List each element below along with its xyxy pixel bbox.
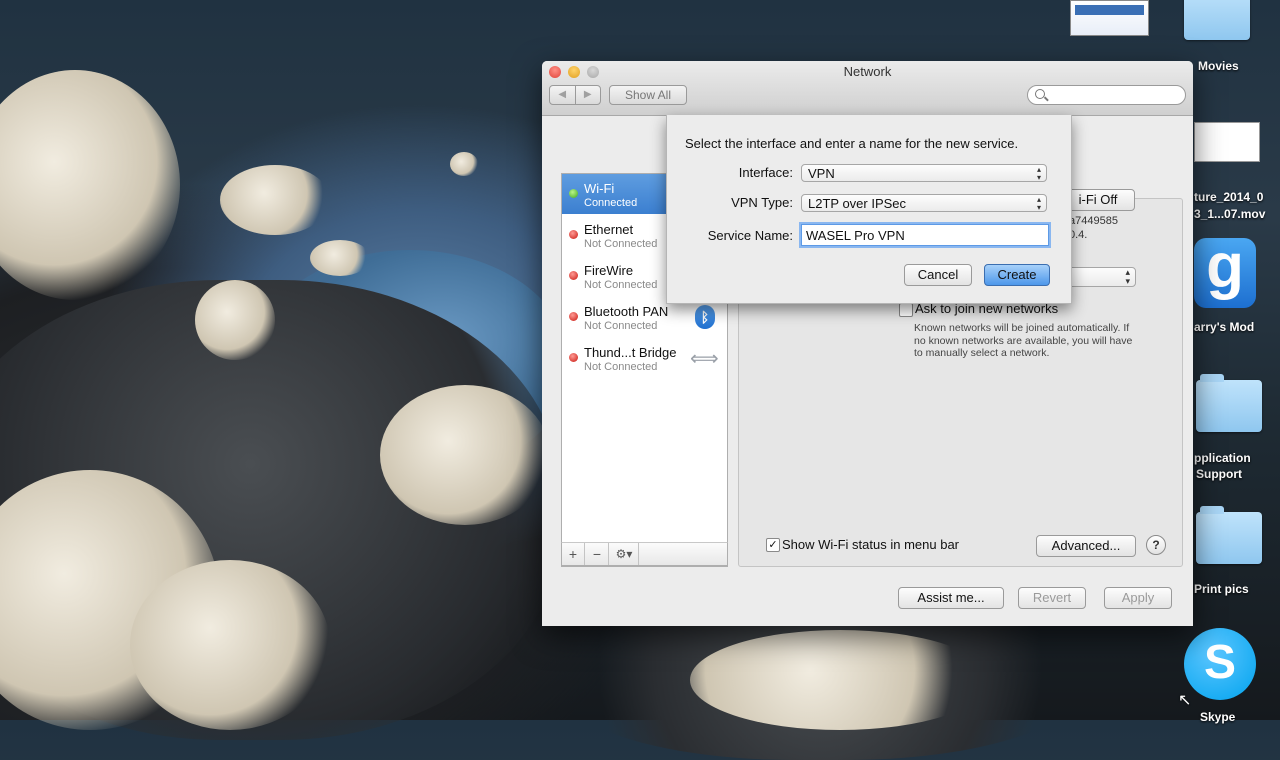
wallpaper-cloud: [195, 280, 275, 360]
cancel-button[interactable]: Cancel: [904, 264, 972, 286]
interface-popup[interactable]: VPN ▴ ▾: [801, 164, 1047, 182]
thumbnail-bar: [1075, 5, 1144, 15]
wallpaper-cloud: [0, 70, 180, 300]
status-dot-icon: [569, 271, 578, 280]
forward-icon[interactable]: ▶: [576, 86, 601, 104]
new-service-sheet: Select the interface and enter a name fo…: [666, 115, 1072, 304]
wallpaper-cloud: [380, 385, 550, 525]
apply-button[interactable]: Apply: [1104, 587, 1172, 609]
vpn-type-label: VPN Type:: [731, 195, 793, 210]
revert-button[interactable]: Revert: [1018, 587, 1086, 609]
interface-label: Interface:: [738, 165, 793, 180]
desktop-label-movie-file-line1[interactable]: ture_2014_0: [1194, 190, 1263, 204]
service-name: Bluetooth PAN: [584, 304, 669, 319]
wallpaper-cloud: [310, 240, 370, 276]
wallpaper-cloud: [690, 630, 990, 730]
service-item-thunderbolt-bridge[interactable]: Thund...t Bridge Not Connected ⟺: [562, 338, 727, 378]
show-status-checkbox[interactable]: ✓: [766, 538, 780, 552]
desktop-label-movies[interactable]: Movies: [1198, 59, 1239, 73]
wallpaper-cloud: [220, 165, 330, 235]
ask-join-note: Known networks will be joined automatica…: [914, 322, 1133, 359]
help-button[interactable]: ?: [1146, 535, 1166, 555]
turn-wifi-off-button[interactable]: i-Fi Off: [1061, 189, 1135, 211]
folder-icon[interactable]: [1196, 506, 1262, 564]
service-name: Ethernet: [584, 222, 634, 237]
desktop-label-application-line2[interactable]: Support: [1196, 467, 1242, 481]
service-status: Not Connected: [584, 279, 658, 291]
advanced-button[interactable]: Advanced...: [1036, 535, 1136, 557]
folder-icon[interactable]: [1196, 374, 1262, 432]
service-name: Wi-Fi: [584, 181, 615, 196]
desktop-label-garrys-mod[interactable]: arry's Mod: [1194, 320, 1254, 334]
wifi-info-text: a7449585: [1069, 215, 1118, 227]
back-icon[interactable]: ◀: [550, 86, 576, 104]
service-name: Thund...t Bridge: [584, 345, 677, 360]
service-list-toolbar: + − ⚙▾: [561, 542, 728, 566]
skype-icon[interactable]: S: [1184, 628, 1256, 700]
back-forward-control: ◀ ▶: [549, 85, 601, 105]
search-icon: [1035, 89, 1045, 99]
interface-value: VPN: [808, 166, 835, 181]
service-status: Not Connected: [584, 361, 658, 373]
mouse-pointer-icon: ↖: [1178, 692, 1192, 709]
desktop-label-skype[interactable]: Skype: [1200, 710, 1235, 724]
service-status: Connected: [584, 197, 638, 209]
service-status: Not Connected: [584, 320, 658, 332]
show-all-button[interactable]: Show All: [609, 85, 687, 105]
popup-arrows-icon: ▴ ▾: [1125, 267, 1130, 286]
video-file-icon[interactable]: [1194, 122, 1260, 162]
window-title: Network: [843, 64, 892, 79]
titlebar: Network ◀ ▶ Show All: [542, 61, 1193, 116]
screenshot-thumbnail-icon[interactable]: [1070, 0, 1149, 36]
sheet-prompt: Select the interface and enter a name fo…: [685, 136, 1019, 151]
network-preferences-window: Network ◀ ▶ Show All Wi-Fi Connected Eth…: [542, 61, 1193, 626]
thunderbolt-bridge-icon: ⟺: [690, 348, 719, 370]
service-status: Not Connected: [584, 238, 658, 250]
show-status-label: Show Wi-Fi status in menu bar: [782, 537, 960, 552]
status-dot-icon: [569, 230, 578, 239]
add-service-button[interactable]: +: [562, 543, 585, 565]
desktop-label-print-pics[interactable]: Print pics: [1194, 582, 1249, 596]
assist-me-button[interactable]: Assist me...: [898, 587, 1004, 609]
service-name: FireWire: [584, 263, 634, 278]
popup-arrows-icon: ▴ ▾: [1036, 195, 1041, 212]
remove-service-button[interactable]: −: [586, 543, 609, 565]
popup-arrows-icon: ▴ ▾: [1036, 165, 1041, 182]
desktop-label-movie-file-line2[interactable]: 3_1...07.mov: [1194, 207, 1265, 221]
wallpaper-cloud: [130, 560, 330, 730]
status-dot-icon: [569, 312, 578, 321]
service-name-field[interactable]: WASEL Pro VPN: [801, 224, 1049, 246]
vpn-type-value: L2TP over IPSec: [808, 196, 907, 211]
wallpaper-cloud: [450, 152, 478, 176]
status-dot-icon: [569, 353, 578, 362]
folder-icon[interactable]: [1184, 0, 1250, 40]
desktop-label-application-line1[interactable]: pplication: [1194, 451, 1251, 465]
vpn-type-popup[interactable]: L2TP over IPSec ▴ ▾: [801, 194, 1047, 212]
bluetooth-icon: ᛒ: [695, 305, 715, 329]
ask-join-checkbox[interactable]: [899, 303, 913, 317]
service-name-label: Service Name:: [707, 228, 793, 243]
garrys-mod-icon[interactable]: g: [1194, 236, 1256, 308]
search-input[interactable]: [1027, 85, 1186, 105]
create-button[interactable]: Create: [984, 264, 1050, 286]
status-dot-icon: [569, 189, 578, 198]
gear-icon[interactable]: ⚙▾: [610, 543, 639, 565]
